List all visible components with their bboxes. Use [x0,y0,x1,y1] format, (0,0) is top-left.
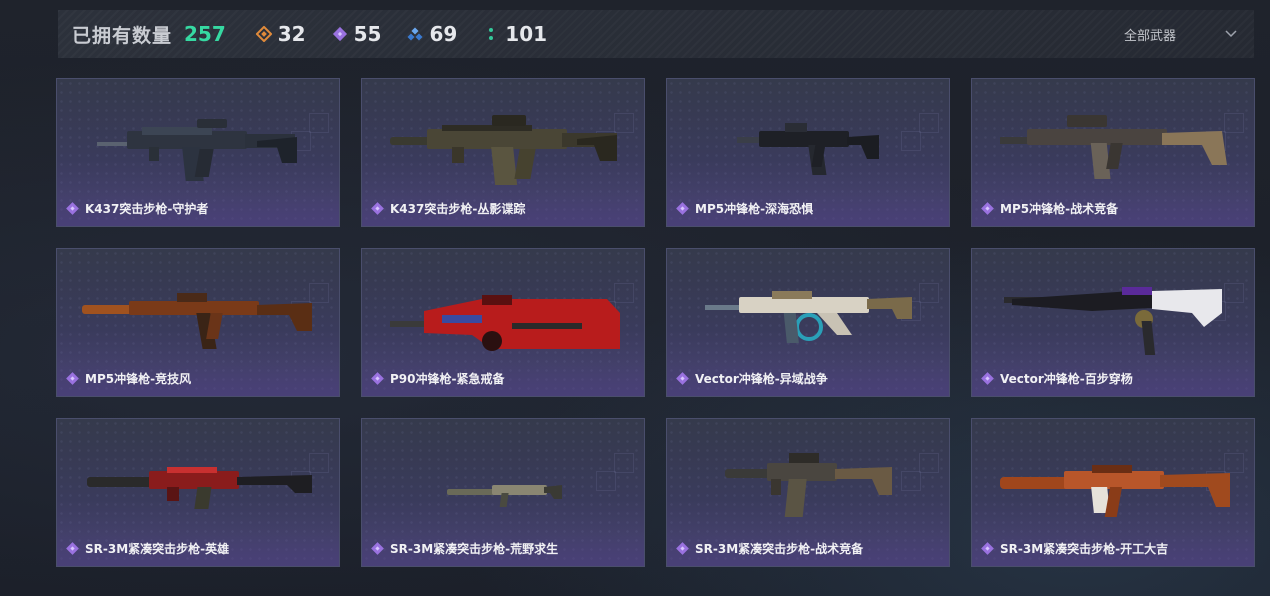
weapon-name-row: MP5冲锋枪-战术竞备 [981,200,1118,217]
purple-rarity-icon [981,202,994,215]
weapon-name: SR-3M紧凑突击步枪-荒野求生 [390,542,559,556]
weapon-card[interactable]: SR-3M紧凑突击步枪-战术竞备 [666,418,950,567]
weapon-name: SR-3M紧凑突击步枪-英雄 [85,542,230,556]
weapon-card[interactable]: SR-3M紧凑突击步枪-开工大吉 [971,418,1255,567]
weapon-name: P90冲锋枪-紧急戒备 [390,372,505,386]
owned-count: 257 [184,22,226,46]
weapon-collection-page: 已拥有数量 257 32 55 69 101 全部武器 K437突击步枪-守护者… [0,0,1270,596]
purple-rarity-icon [371,372,384,385]
vector-image [705,291,912,343]
weapon-card[interactable]: SR-3M紧凑突击步枪-英雄 [56,418,340,567]
sr3m-image [725,453,892,517]
purple-rarity-icon [371,542,384,555]
weapon-name-row: MP5冲锋枪-竞技风 [66,370,191,387]
weapon-name-row: K437突击步枪-丛影谍踪 [371,200,525,217]
weapon-card[interactable]: MP5冲锋枪-竞技风 [56,248,340,397]
rifle-image [97,119,297,181]
weapon-name-row: SR-3M紧凑突击步枪-战术竞备 [676,540,863,557]
smg-image [82,293,312,349]
smg-image [1000,115,1227,179]
rarity-purple-count: 55 [332,22,382,46]
sr3m-image [447,485,562,507]
weapon-card[interactable]: K437突击步枪-丛影谍踪 [361,78,645,227]
weapon-name: K437突击步枪-守护者 [85,202,209,216]
green-dots-icon [489,28,494,40]
orange-diamond-icon [255,26,272,42]
filter-selected-value: 全部武器 [1124,28,1177,44]
purple-rarity-icon [676,202,689,215]
weapon-name: Vector冲锋枪-异域战争 [695,372,828,386]
weapon-name-row: Vector冲锋枪-异域战争 [676,370,828,387]
weapon-name-row: P90冲锋枪-紧急戒备 [371,370,504,387]
weapon-name: MP5冲锋枪-深海恐惧 [695,202,814,216]
weapon-name: K437突击步枪-丛影谍踪 [390,202,526,216]
purple-rarity-icon [981,372,994,385]
rarity-blue-count: 69 [407,22,457,46]
purple-diamond-icon [332,26,347,42]
purple-rarity-icon [981,542,994,555]
weapon-name: SR-3M紧凑突击步枪-战术竞备 [695,542,864,556]
weapon-card[interactable]: P90冲锋枪-紧急戒备 [361,248,645,397]
rarity-count: 32 [277,22,306,46]
weapon-name-row: Vector冲锋枪-百步穿杨 [981,370,1133,387]
weapon-filter-dropdown[interactable]: 全部武器 [1094,10,1254,58]
weapon-name: Vector冲锋枪-百步穿杨 [1000,372,1133,386]
weapon-name-row: K437突击步枪-守护者 [66,200,208,217]
weapon-card[interactable]: Vector冲锋枪-异域战争 [666,248,950,397]
weapon-name-row: SR-3M紧凑突击步枪-荒野求生 [371,540,558,557]
rarity-count: 55 [353,22,382,46]
sr3m-image [1000,465,1230,517]
weapon-name: MP5冲锋枪-竞技风 [85,372,192,386]
weapon-name: MP5冲锋枪-战术竞备 [1000,202,1119,216]
weapon-card[interactable]: MP5冲锋枪-战术竞备 [971,78,1255,227]
purple-rarity-icon [676,372,689,385]
weapon-card[interactable]: Vector冲锋枪-百步穿杨 [971,248,1255,397]
rarity-orange-count: 32 [255,22,306,46]
weapon-name-row: SR-3M紧凑突击步枪-英雄 [66,540,229,557]
owned-label: 已拥有数量 [72,24,173,47]
rarity-count: 69 [429,22,458,46]
weapon-card[interactable]: K437突击步枪-守护者 [56,78,340,227]
purple-rarity-icon [66,542,79,555]
weapon-card[interactable]: MP5冲锋枪-深海恐惧 [666,78,950,227]
chevron-down-icon [1225,30,1237,38]
rarity-green-count: 101 [483,22,547,46]
rifle-image [390,115,617,185]
vector-image [1004,287,1222,355]
purple-rarity-icon [66,372,79,385]
weapon-name-row: SR-3M紧凑突击步枪-开工大吉 [981,540,1168,557]
blue-diamonds-icon [407,27,423,41]
rarity-count: 101 [505,22,548,46]
weapon-name: SR-3M紧凑突击步枪-开工大吉 [1000,542,1169,556]
collection-header: 已拥有数量 257 32 55 69 101 全部武器 [58,10,1254,58]
purple-rarity-icon [371,202,384,215]
weapon-card[interactable]: SR-3M紧凑突击步枪-荒野求生 [361,418,645,567]
sr3m-image [87,467,312,509]
purple-rarity-icon [676,542,689,555]
smg-image [737,123,879,175]
p90-image [390,295,620,351]
weapon-name-row: MP5冲锋枪-深海恐惧 [676,200,813,217]
purple-rarity-icon [66,202,79,215]
